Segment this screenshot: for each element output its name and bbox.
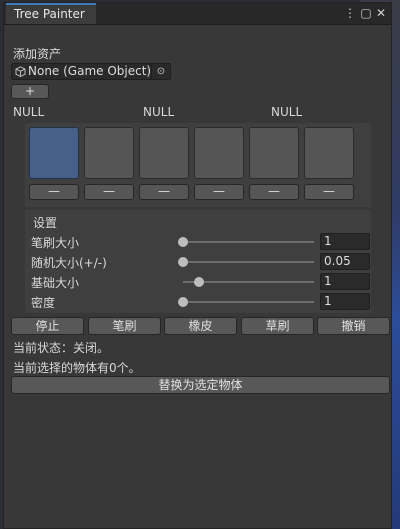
object-picker-icon[interactable]: ⊙ — [151, 64, 170, 79]
tree-painter-window: Tree Painter ⋮ ▢ ✕ 添加资产 None (Game Objec… — [3, 2, 392, 529]
close-icon[interactable]: ✕ — [374, 6, 388, 20]
status-selection-text: 当前选择的物体有0个。 — [13, 361, 141, 375]
undo-button[interactable]: 撤销 — [317, 317, 390, 335]
prefab-slot-2[interactable] — [84, 127, 134, 179]
slot-remove-button-1[interactable]: — — [29, 184, 79, 200]
stop-button[interactable]: 停止 — [11, 317, 84, 335]
window-title: Tree Painter — [14, 7, 85, 21]
kebab-menu-icon[interactable]: ⋮ — [343, 6, 357, 20]
replace-with-selected-button[interactable]: 替换为选定物体 — [11, 376, 390, 394]
base-size-slider[interactable] — [183, 277, 314, 287]
object-field-value: None (Game Object) — [28, 64, 152, 78]
slot-remove-button-3[interactable]: — — [139, 184, 189, 200]
null-label-1: NULL — [13, 105, 45, 119]
window-titlebar: Tree Painter ⋮ ▢ ✕ — [4, 3, 391, 25]
brush-size-slider[interactable] — [178, 237, 314, 247]
brush-size-field[interactable]: 1 — [320, 233, 370, 250]
random-size-label: 随机大小(+/-) — [31, 256, 107, 270]
add-asset-button[interactable]: + — [11, 84, 49, 99]
cube-icon — [15, 66, 26, 81]
maximize-icon[interactable]: ▢ — [359, 6, 373, 20]
grass-brush-button[interactable]: 草刷 — [241, 317, 314, 335]
add-asset-button-label: + — [24, 84, 36, 98]
density-slider-thumb[interactable] — [178, 297, 188, 307]
density-field[interactable]: 1 — [320, 293, 370, 310]
random-size-field[interactable]: 0.05 — [320, 253, 370, 270]
window-tab[interactable]: Tree Painter — [6, 3, 96, 24]
null-label-3: NULL — [271, 105, 303, 119]
density-slider[interactable] — [178, 297, 314, 307]
base-size-field[interactable]: 1 — [320, 273, 370, 290]
prefab-slot-4[interactable] — [194, 127, 244, 179]
prefab-slot-6[interactable] — [304, 127, 354, 179]
prefab-slots-panel: — — — — — — — [25, 123, 371, 207]
eraser-button[interactable]: 橡皮 — [164, 317, 237, 335]
status-state-text: 当前状态：关闭。 — [13, 341, 110, 355]
add-asset-label: 添加资产 — [13, 47, 62, 61]
slot-remove-button-5[interactable]: — — [249, 184, 299, 200]
prefab-slot-1[interactable] — [29, 127, 79, 179]
null-label-2: NULL — [143, 105, 175, 119]
random-size-slider-thumb[interactable] — [178, 257, 188, 267]
base-size-slider-thumb[interactable] — [193, 277, 204, 287]
slot-remove-button-4[interactable]: — — [194, 184, 244, 200]
brush-size-label: 笔刷大小 — [31, 236, 80, 250]
settings-title: 设置 — [33, 216, 58, 230]
prefab-slot-5[interactable] — [249, 127, 299, 179]
slot-remove-button-2[interactable]: — — [84, 184, 134, 200]
base-size-label: 基础大小 — [31, 276, 80, 290]
game-object-field[interactable]: None (Game Object) ⊙ — [11, 63, 171, 80]
prefab-slot-3[interactable] — [139, 127, 189, 179]
settings-panel: 设置 笔刷大小 1 随机大小(+/-) 0.05 基础大小 1 密度 1 — [25, 210, 371, 313]
brush-size-slider-thumb[interactable] — [178, 237, 188, 247]
density-label: 密度 — [31, 296, 56, 310]
slot-remove-button-6[interactable]: — — [304, 184, 354, 200]
random-size-slider[interactable] — [178, 257, 314, 267]
brush-button[interactable]: 笔刷 — [88, 317, 161, 335]
